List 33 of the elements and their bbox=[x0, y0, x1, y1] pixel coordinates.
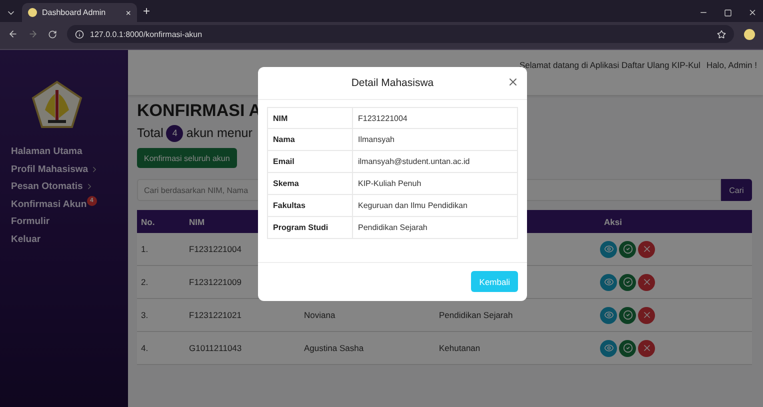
greeting-text: Halo, Admin ! bbox=[706, 60, 757, 70]
column-header: No. bbox=[140, 216, 156, 226]
column-header: Aksi bbox=[603, 216, 623, 226]
total-label: Total bbox=[137, 126, 164, 140]
table-cell-text: 1. bbox=[140, 244, 150, 254]
total-suffix: akun menur bbox=[186, 126, 252, 140]
field-value: F1231221004 bbox=[357, 112, 408, 124]
table-cell-text: 2. bbox=[140, 277, 150, 287]
count-badge: 4 bbox=[166, 124, 184, 142]
field-label: Fakultas bbox=[268, 195, 353, 216]
welcome-marquee: Selamat datang di Aplikasi Daftar Ulang KIP-Kul bbox=[519, 60, 700, 70]
table-cell-text: Agustina Sasha bbox=[303, 343, 365, 353]
table-cell-text: F1231221004 bbox=[188, 244, 242, 254]
table-cell-text: 4. bbox=[140, 343, 150, 353]
table-cell-text: Kehutanan bbox=[438, 343, 482, 353]
field-label: Email bbox=[268, 151, 353, 172]
table-cell-text: G1011211043 bbox=[188, 343, 243, 353]
field-label: Nama bbox=[268, 129, 353, 150]
field-label: Program Studi bbox=[268, 217, 353, 238]
field-value: Keguruan dan Ilmu Pendidikan bbox=[357, 200, 468, 212]
field-value: Ilmansyah bbox=[357, 134, 396, 146]
table-cell-text: Noviana bbox=[303, 310, 336, 320]
table-cell-text: F1231221009 bbox=[188, 277, 242, 287]
dialog-title: Detail Mahasiswa bbox=[351, 77, 434, 89]
column-header: NIM bbox=[188, 216, 206, 226]
field-value: KIP-Kuliah Penuh bbox=[357, 178, 422, 190]
field-value: Pendidikan Sejarah bbox=[357, 222, 428, 234]
table-cell-text: 3. bbox=[140, 310, 150, 320]
table-cell-text: F1231221021 bbox=[188, 310, 242, 320]
field-label: NIM bbox=[268, 108, 353, 128]
table-cell-text: Pendidikan Sejarah bbox=[438, 310, 514, 320]
field-label: Skema bbox=[268, 173, 353, 194]
field-value: ilmansyah@student.untan.ac.id bbox=[357, 156, 471, 168]
